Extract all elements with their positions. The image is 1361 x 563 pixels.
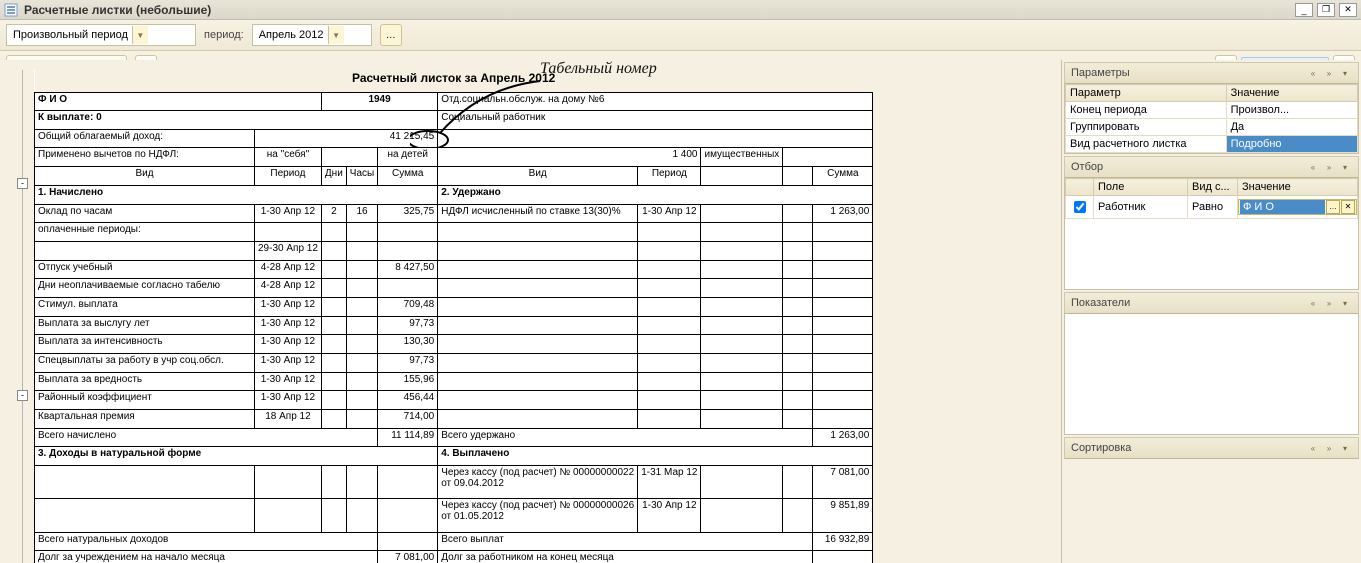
clear-button[interactable]: ✕ bbox=[1341, 200, 1355, 214]
toolbar-period: Произвольный период ▼ период: Апрель 201… bbox=[0, 20, 1361, 51]
accrual-row: Районный коэффициент1-30 Апр 12456,44 bbox=[35, 391, 873, 410]
chevron-right-icon[interactable]: » bbox=[1322, 296, 1336, 310]
accrual-row: Дни неоплачиваемые согласно табелю4-28 А… bbox=[35, 279, 873, 298]
sort-header[interactable]: Сортировка «»▾ bbox=[1064, 437, 1359, 459]
window-title: Расчетные листки (небольшие) bbox=[24, 3, 211, 17]
accrual-row: Оклад по часам1-30 Апр 12216325,75НДФЛ и… bbox=[35, 204, 873, 223]
chevron-down-icon[interactable]: ▼ bbox=[132, 26, 148, 44]
accrual-row: Спецвыплаты за работу в учр соц.обсл.1-3… bbox=[35, 353, 873, 372]
filter-checkbox[interactable] bbox=[1074, 201, 1086, 213]
paid-row: Через кассу (под расчет) № 00000000022 о… bbox=[35, 465, 873, 498]
chevron-right-icon[interactable]: » bbox=[1322, 66, 1336, 80]
accrual-row: 29-30 Апр 12 bbox=[35, 241, 873, 260]
period-type-value: Произвольный период bbox=[13, 29, 128, 41]
chevron-right-icon[interactable]: » bbox=[1322, 441, 1336, 455]
accrual-row: Выплата за выслугу лет1-30 Апр 1297,73 bbox=[35, 316, 873, 335]
close-button[interactable]: ✕ bbox=[1339, 3, 1357, 17]
accrual-row: Выплата за вредность1-30 Апр 12155,96 bbox=[35, 372, 873, 391]
accrual-row: Отпуск учебный4-28 Апр 128 427,50 bbox=[35, 260, 873, 279]
chevron-left-icon[interactable]: « bbox=[1306, 296, 1320, 310]
maximize-button[interactable]: ❐ bbox=[1317, 3, 1335, 17]
param-row[interactable]: ГруппироватьДа bbox=[1066, 119, 1358, 136]
chevron-left-icon[interactable]: « bbox=[1306, 66, 1320, 80]
report-pane: Табельный номер - - Расчетный листок за … bbox=[0, 60, 1061, 563]
accrual-row: Квартальная премия18 Апр 12714,00 bbox=[35, 409, 873, 428]
settings-panel: Параметры «»▾ ПараметрЗначение Конец пер… bbox=[1061, 60, 1361, 563]
chevron-right-icon[interactable]: » bbox=[1322, 160, 1336, 174]
chevron-down-icon[interactable]: ▾ bbox=[1338, 160, 1352, 174]
indicators-header[interactable]: Показатели «»▾ bbox=[1064, 292, 1359, 314]
filter-row[interactable]: Работник Равно Ф И О … ✕ bbox=[1066, 196, 1358, 219]
chevron-down-icon[interactable]: ▾ bbox=[1338, 441, 1352, 455]
accrual-row: оплаченные периоды: bbox=[35, 223, 873, 242]
outline-gutter: - - bbox=[10, 70, 34, 563]
params-table: ПараметрЗначение Конец периодаПроизвол..… bbox=[1065, 84, 1358, 153]
annotation-text: Табельный номер bbox=[540, 60, 657, 77]
ndfl-label: Применено вычетов по НДФЛ: bbox=[35, 148, 255, 167]
period-value: Апрель 2012 bbox=[259, 29, 324, 41]
collapse-toggle[interactable]: - bbox=[17, 390, 28, 401]
chevron-left-icon[interactable]: « bbox=[1306, 160, 1320, 174]
filter-table: ПолеВид с...Значение Работник Равно Ф И … bbox=[1065, 178, 1358, 219]
fio-label: Ф И О bbox=[35, 92, 322, 111]
income-label: Общий облагаемый доход: bbox=[35, 129, 255, 148]
params-header[interactable]: Параметры «»▾ bbox=[1064, 62, 1359, 84]
paid-row: Через кассу (под расчет) № 00000000026 о… bbox=[35, 499, 873, 532]
period-label: период: bbox=[204, 29, 244, 41]
chevron-left-icon[interactable]: « bbox=[1306, 441, 1320, 455]
param-row[interactable]: Вид расчетного листкаПодробно bbox=[1066, 136, 1358, 153]
annotation: Табельный номер bbox=[540, 60, 657, 78]
select-button[interactable]: … bbox=[1326, 200, 1340, 214]
minimize-button[interactable]: _ bbox=[1295, 3, 1313, 17]
chevron-down-icon[interactable]: ▼ bbox=[328, 26, 344, 44]
collapse-toggle[interactable]: - bbox=[17, 178, 28, 189]
param-row[interactable]: Конец периодаПроизвол... bbox=[1066, 102, 1358, 119]
filter-header[interactable]: Отбор «»▾ bbox=[1064, 156, 1359, 178]
chevron-down-icon[interactable]: ▾ bbox=[1338, 296, 1352, 310]
accrual-row: Выплата за интенсивность1-30 Апр 12130,3… bbox=[35, 335, 873, 354]
period-value-dropdown[interactable]: Апрель 2012 ▼ bbox=[252, 24, 372, 46]
chevron-down-icon[interactable]: ▾ bbox=[1338, 66, 1352, 80]
period-type-dropdown[interactable]: Произвольный период ▼ bbox=[6, 24, 196, 46]
app-icon bbox=[4, 3, 18, 17]
window-titlebar: Расчетные листки (небольшие) _ ❐ ✕ bbox=[0, 0, 1361, 20]
accrual-row: Стимул. выплата1-30 Апр 12709,48 bbox=[35, 297, 873, 316]
filter-value-input[interactable]: Ф И О … ✕ bbox=[1238, 199, 1357, 215]
period-picker-button[interactable]: … bbox=[380, 24, 402, 46]
payout-label: К выплате: 0 bbox=[35, 111, 438, 130]
